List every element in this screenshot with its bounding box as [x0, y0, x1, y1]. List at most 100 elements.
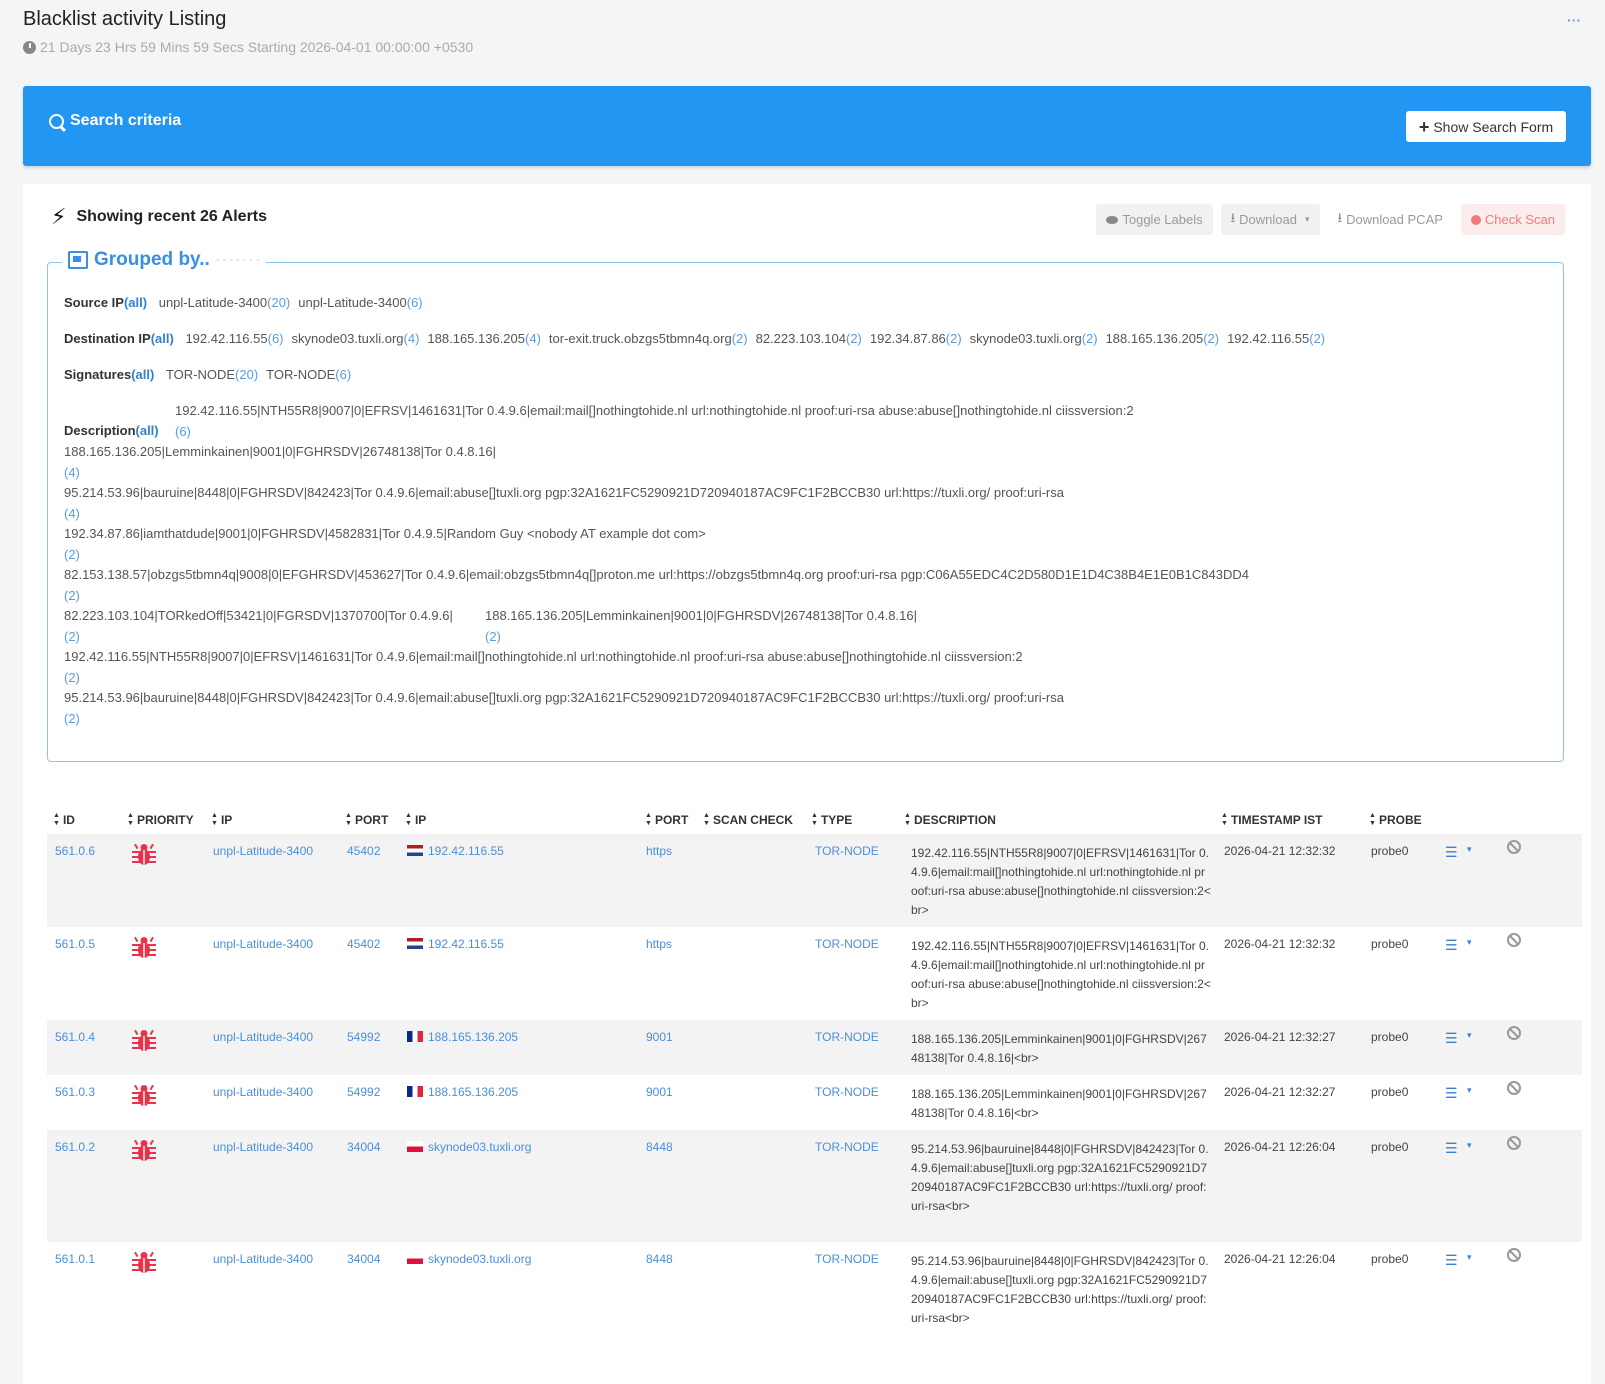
alert-id-link[interactable]: 561.0.1 [55, 1252, 95, 1266]
description-item-count[interactable]: (6) [175, 424, 191, 439]
description-item-count[interactable]: (4) [64, 506, 80, 521]
menu-icon[interactable]: ☰ [1445, 844, 1458, 861]
column-header[interactable]: ▲ ▼ IP [405, 812, 426, 828]
alert-id-link[interactable]: 561.0.5 [55, 937, 95, 951]
signature-item-count[interactable]: (6) [335, 367, 351, 382]
destination-ip-link[interactable]: 192.42.116.55 [407, 937, 504, 951]
destination-ip-item[interactable]: skynode03.tuxli.org(2) [970, 331, 1098, 346]
destination-port-link[interactable]: 9001 [646, 1030, 673, 1044]
column-header[interactable]: ▲ ▼ TIMESTAMP IST [1221, 812, 1323, 828]
source-port-link[interactable]: 45402 [347, 937, 380, 951]
ban-icon[interactable] [1507, 1081, 1521, 1095]
destination-port-link[interactable]: 9001 [646, 1085, 673, 1099]
source-ip-link[interactable]: unpl-Latitude-3400 [213, 1140, 313, 1154]
destination-ip-item-count[interactable]: (2) [946, 331, 962, 346]
destination-ip-item-count[interactable]: (2) [846, 331, 862, 346]
destination-ip-link[interactable]: 188.165.136.205 [407, 1085, 518, 1099]
destination-ip-all-link[interactable]: (all) [151, 331, 174, 346]
menu-icon[interactable]: ☰ [1445, 1140, 1458, 1157]
description-item-count[interactable]: (4) [64, 465, 80, 480]
description-item-count[interactable]: (2) [64, 711, 80, 726]
check-scan-button[interactable]: Check Scan [1460, 204, 1565, 235]
chevron-down-icon[interactable]: ▾ [1467, 1252, 1472, 1263]
menu-icon[interactable]: ☰ [1445, 1252, 1458, 1269]
type-link[interactable]: TOR-NODE [815, 1252, 879, 1266]
type-link[interactable]: TOR-NODE [815, 1030, 879, 1044]
description-item-count[interactable]: (2) [64, 588, 80, 603]
type-link[interactable]: TOR-NODE [815, 844, 879, 858]
signature-item[interactable]: TOR-NODE(6) [266, 367, 351, 382]
destination-ip-item[interactable]: skynode03.tuxli.org(4) [292, 331, 420, 346]
ban-icon[interactable] [1507, 933, 1521, 947]
source-ip-item-count[interactable]: (20) [267, 295, 290, 310]
column-header[interactable]: ▲ ▼ PORT [645, 812, 688, 828]
column-header[interactable]: ▲ ▼ TYPE [811, 812, 852, 828]
destination-ip-item[interactable]: tor-exit.truck.obzgs5tbmn4q.org(2) [549, 331, 748, 346]
more-options-icon[interactable]: ··· [1567, 12, 1581, 28]
type-link[interactable]: TOR-NODE [815, 1085, 879, 1099]
description-item-count[interactable]: (2) [485, 629, 501, 644]
destination-ip-item-count[interactable]: (4) [525, 331, 541, 346]
menu-icon[interactable]: ☰ [1445, 1030, 1458, 1047]
description-item-count[interactable]: (2) [64, 629, 80, 644]
column-header[interactable]: ▲ ▼ IP [211, 812, 232, 828]
toggle-labels-button[interactable]: Toggle Labels [1096, 204, 1213, 235]
chevron-down-icon[interactable]: ▾ [1467, 1085, 1472, 1096]
alert-id-link[interactable]: 561.0.4 [55, 1030, 95, 1044]
destination-ip-item-count[interactable]: (2) [1082, 331, 1098, 346]
signature-item[interactable]: TOR-NODE(20) [166, 367, 258, 382]
destination-port-link[interactable]: 8448 [646, 1252, 673, 1266]
show-search-form-button[interactable]: + Show Search Form [1406, 111, 1566, 142]
column-header[interactable]: ▲ ▼ SCAN CHECK [703, 812, 793, 828]
destination-port-link[interactable]: 8448 [646, 1140, 673, 1154]
chevron-down-icon[interactable]: ▾ [1467, 1030, 1472, 1041]
chevron-down-icon[interactable]: ▾ [1467, 844, 1472, 855]
destination-port-link[interactable]: https [646, 937, 672, 951]
destination-ip-link[interactable]: 192.42.116.55 [407, 844, 504, 858]
download-pcap-button[interactable]: ⭳ Download PCAP [1327, 204, 1453, 235]
source-ip-link[interactable]: unpl-Latitude-3400 [213, 844, 313, 858]
destination-ip-item[interactable]: 188.165.136.205(4) [427, 331, 541, 346]
ban-icon[interactable] [1507, 840, 1521, 854]
download-button[interactable]: ⭳ Download ▾ [1220, 204, 1320, 235]
source-port-link[interactable]: 45402 [347, 844, 380, 858]
destination-ip-item-count[interactable]: (4) [404, 331, 420, 346]
signature-item-count[interactable]: (20) [235, 367, 258, 382]
source-ip-link[interactable]: unpl-Latitude-3400 [213, 1030, 313, 1044]
type-link[interactable]: TOR-NODE [815, 1140, 879, 1154]
column-header[interactable]: ▲ ▼ PRIORITY [127, 812, 194, 828]
signatures-all-link[interactable]: (all) [131, 367, 154, 382]
destination-ip-link[interactable]: skynode03.tuxli.org [407, 1252, 531, 1266]
source-port-link[interactable]: 54992 [347, 1085, 380, 1099]
ban-icon[interactable] [1507, 1026, 1521, 1040]
destination-port-link[interactable]: https [646, 844, 672, 858]
column-header[interactable]: ▲ ▼ PORT [345, 812, 388, 828]
source-port-link[interactable]: 54992 [347, 1030, 380, 1044]
column-header[interactable]: ▲ ▼ PROBE [1369, 812, 1422, 828]
source-ip-item[interactable]: unpl-Latitude-3400(6) [298, 295, 422, 310]
column-header[interactable]: ▲ ▼ DESCRIPTION [904, 812, 996, 828]
alert-id-link[interactable]: 561.0.2 [55, 1140, 95, 1154]
destination-ip-link[interactable]: 188.165.136.205 [407, 1030, 518, 1044]
source-ip-all-link[interactable]: (all) [124, 295, 147, 310]
ban-icon[interactable] [1507, 1248, 1521, 1262]
search-criteria-title[interactable]: Search criteria [49, 112, 181, 130]
destination-ip-item-count[interactable]: (6) [268, 331, 284, 346]
alert-id-link[interactable]: 561.0.3 [55, 1085, 95, 1099]
source-port-link[interactable]: 34004 [347, 1140, 380, 1154]
chevron-down-icon[interactable]: ▾ [1467, 937, 1472, 948]
source-ip-item[interactable]: unpl-Latitude-3400(20) [159, 295, 291, 310]
destination-ip-item-count[interactable]: (2) [732, 331, 748, 346]
description-item-count[interactable]: (2) [64, 547, 80, 562]
description-all-link[interactable]: (all) [136, 423, 159, 438]
destination-ip-item-count[interactable]: (2) [1309, 331, 1325, 346]
destination-ip-item-count[interactable]: (2) [1203, 331, 1219, 346]
destination-ip-item[interactable]: 82.223.103.104(2) [756, 331, 862, 346]
source-ip-item-count[interactable]: (6) [407, 295, 423, 310]
chevron-down-icon[interactable]: ▾ [1467, 1140, 1472, 1151]
destination-ip-item[interactable]: 192.42.116.55(6) [185, 331, 283, 346]
destination-ip-link[interactable]: skynode03.tuxli.org [407, 1140, 531, 1154]
ban-icon[interactable] [1507, 1136, 1521, 1150]
destination-ip-item[interactable]: 192.34.87.86(2) [870, 331, 962, 346]
menu-icon[interactable]: ☰ [1445, 1085, 1458, 1102]
